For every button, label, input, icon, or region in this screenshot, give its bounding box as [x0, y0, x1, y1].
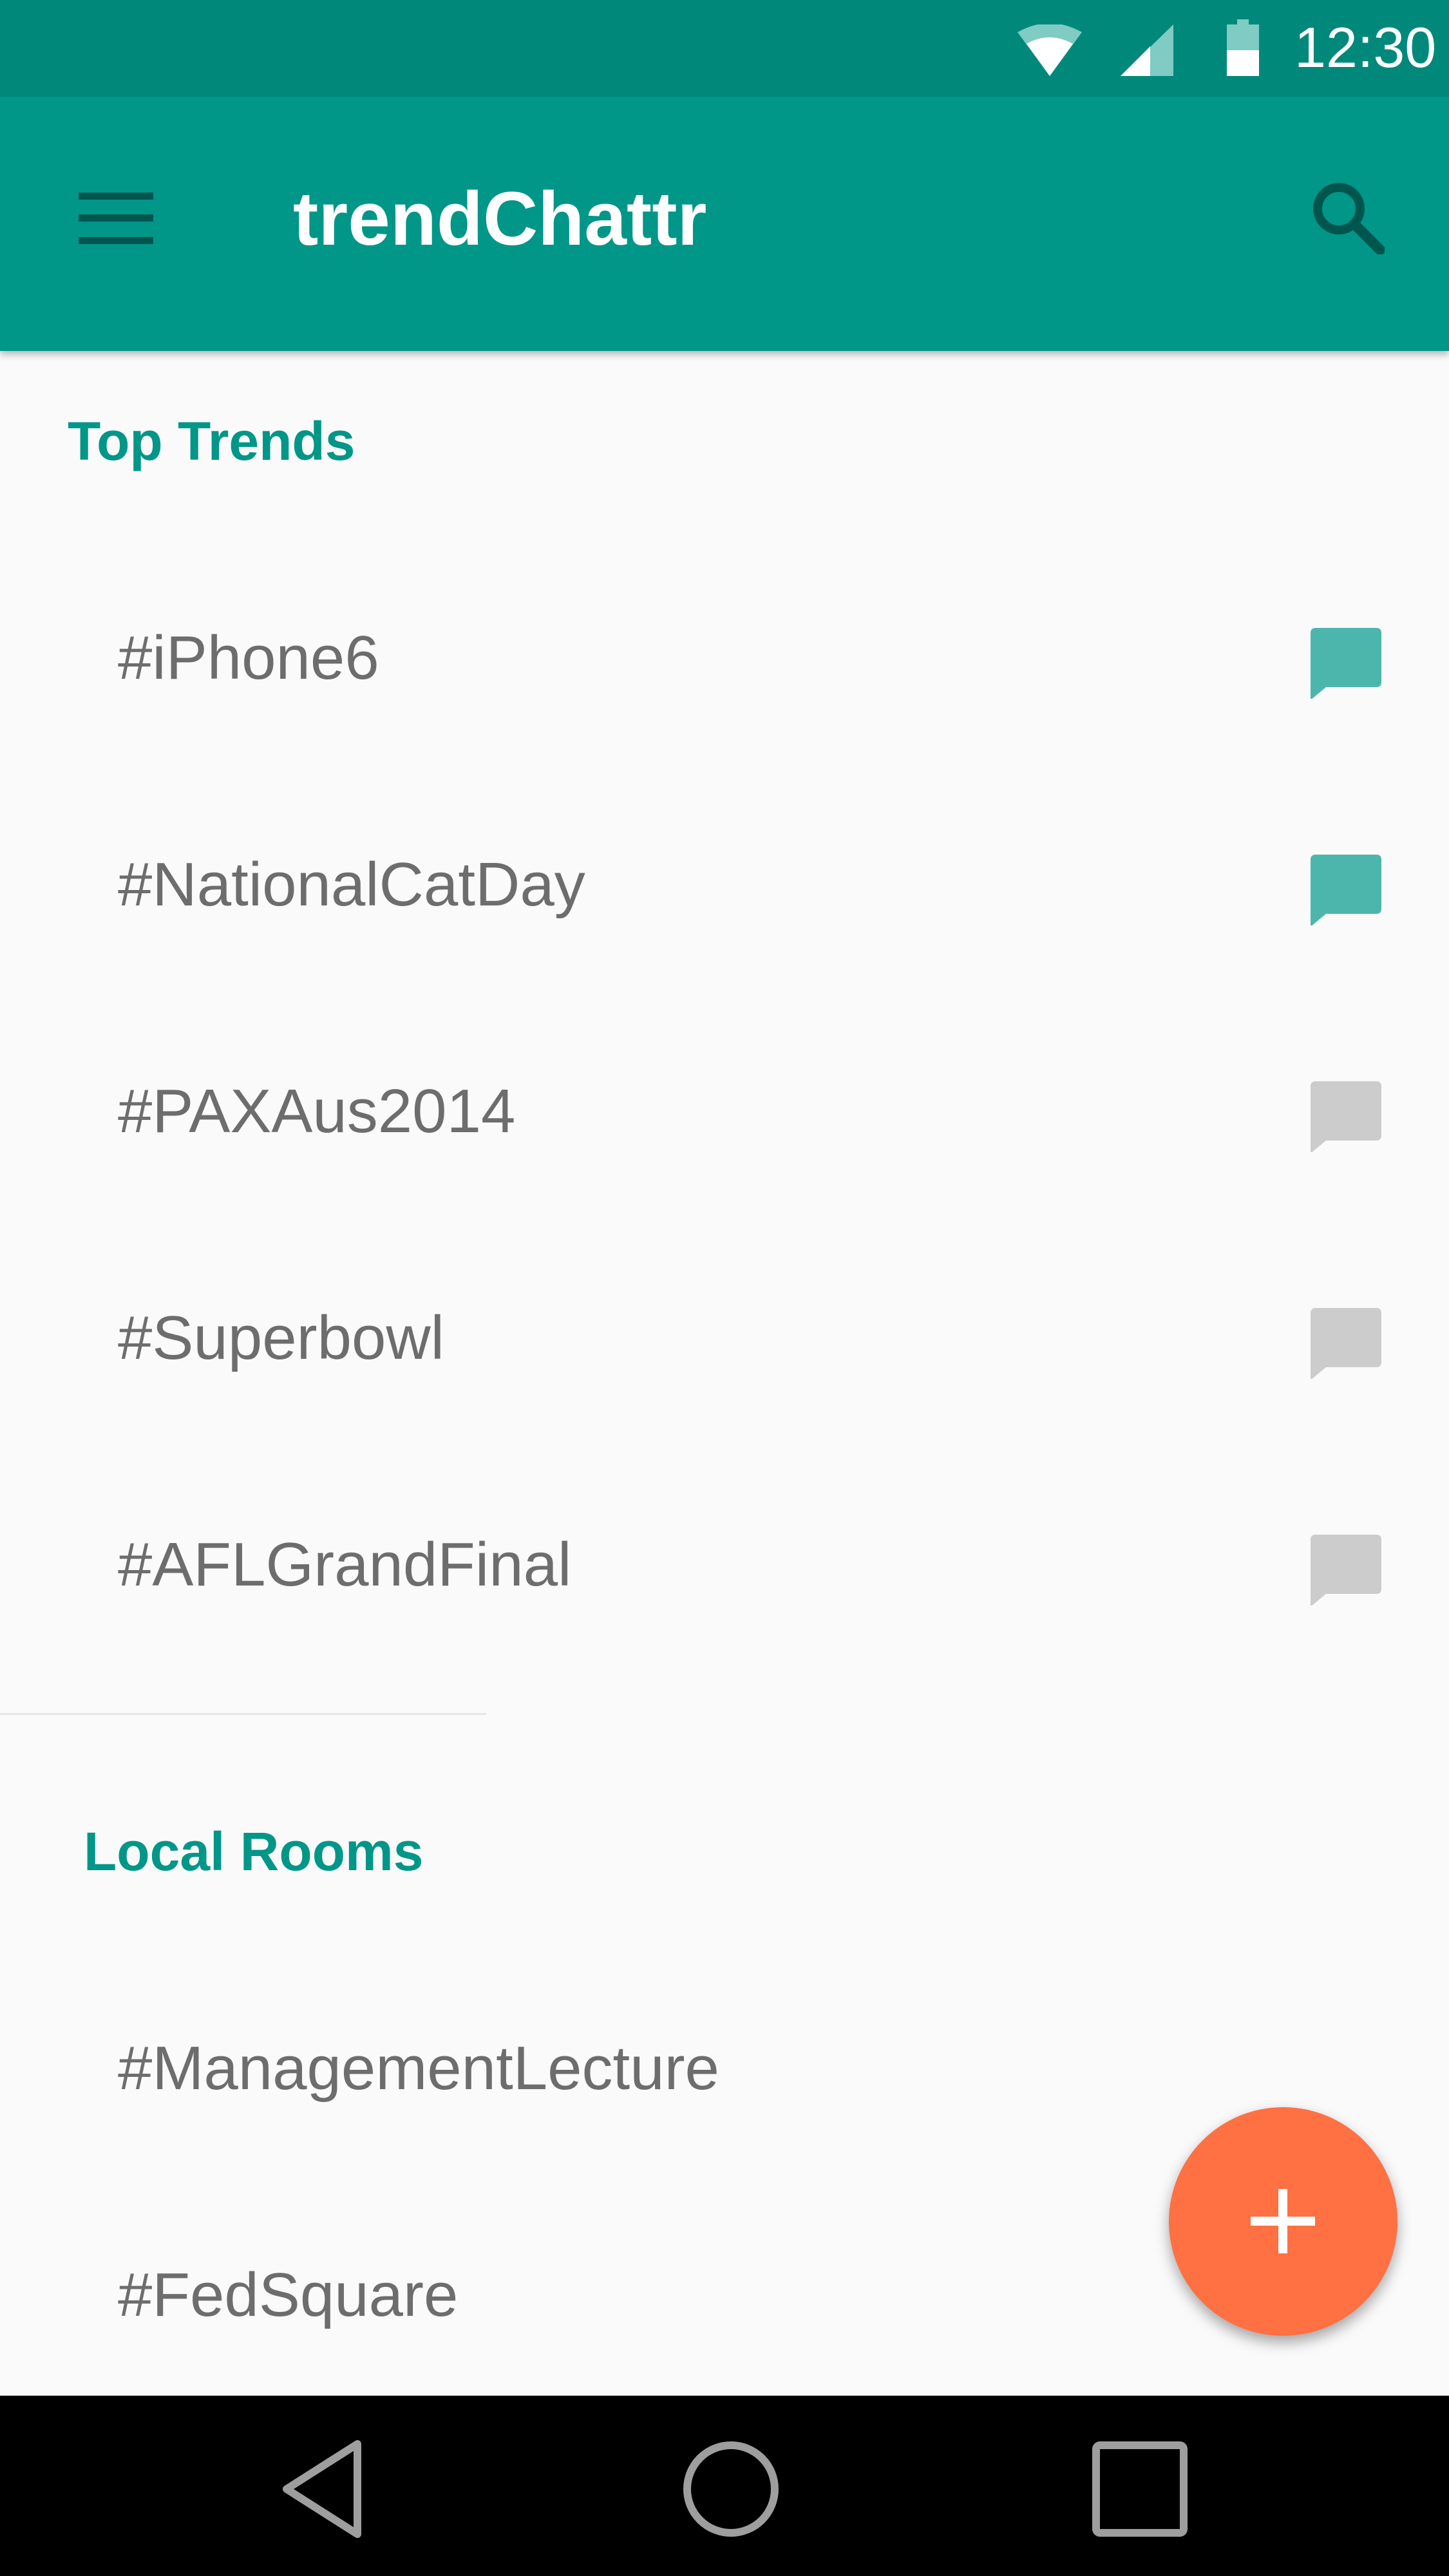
battery-icon — [1227, 19, 1259, 76]
trend-label: #Superbowl — [118, 1303, 444, 1372]
trend-row-superbowl[interactable]: #Superbowl — [0, 1224, 1449, 1451]
trend-list: Top Trends #iPhone6 #NationalCatDay #PAX… — [0, 351, 1449, 2396]
home-icon — [683, 2441, 779, 2537]
room-label: #ManagementLecture — [118, 2034, 719, 2103]
menu-icon — [79, 193, 153, 244]
chat-icon[interactable] — [1311, 1081, 1381, 1152]
trend-label: #AFLGrandFinal — [118, 1530, 572, 1599]
app-title: trendChattr — [293, 176, 707, 261]
search-button[interactable] — [1294, 164, 1397, 267]
navigation-bar — [0, 2396, 1449, 2576]
signal-icon — [1121, 24, 1173, 76]
trend-label: #NationalCatDay — [118, 850, 585, 919]
local-rooms-header: Local Rooms — [84, 1821, 424, 1882]
add-room-fab[interactable] — [1169, 2107, 1397, 2336]
chat-icon[interactable] — [1311, 1308, 1381, 1379]
chat-icon[interactable] — [1311, 628, 1381, 699]
trend-label: #iPhone6 — [118, 623, 379, 692]
menu-button[interactable] — [64, 164, 167, 267]
search-icon — [1313, 183, 1385, 254]
chat-icon[interactable] — [1311, 855, 1381, 925]
back-icon — [283, 2440, 361, 2538]
room-label: #FedSquare — [118, 2260, 459, 2329]
app-bar: trendChattr — [0, 97, 1449, 351]
chat-icon[interactable] — [1311, 1535, 1381, 1605]
section-divider — [0, 1713, 486, 1715]
trend-label: #PAXAus2014 — [118, 1077, 516, 1146]
home-button[interactable] — [679, 2438, 782, 2541]
top-trends-header: Top Trends — [68, 411, 355, 471]
trend-row-aflgrandfinal[interactable]: #AFLGrandFinal — [0, 1451, 1449, 1678]
recents-button[interactable] — [1088, 2438, 1191, 2541]
trend-row-paxaus2014[interactable]: #PAXAus2014 — [0, 998, 1449, 1224]
wifi-icon — [1018, 24, 1082, 76]
back-button[interactable] — [274, 2438, 377, 2541]
recents-icon — [1092, 2441, 1188, 2537]
status-time: 12:30 — [1294, 15, 1437, 79]
plus-icon — [1251, 2189, 1315, 2253]
trend-row-iphone6[interactable]: #iPhone6 — [0, 544, 1449, 771]
trend-row-nationalcatday[interactable]: #NationalCatDay — [0, 771, 1449, 998]
status-bar: 12:30 — [0, 0, 1449, 97]
